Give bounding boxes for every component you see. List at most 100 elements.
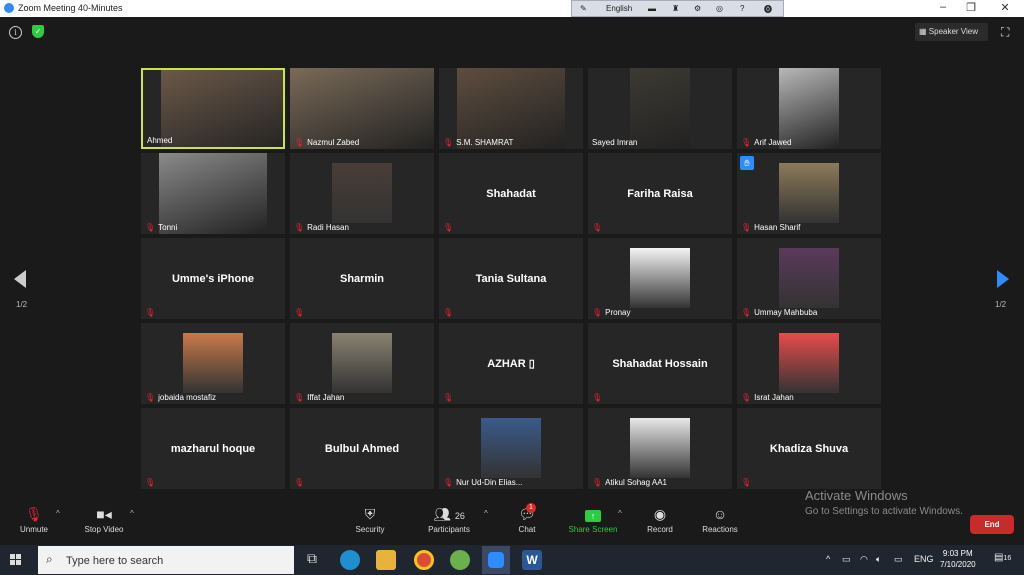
muted-mic-icon: 🎙︎: [443, 138, 454, 147]
previous-page-arrow-icon[interactable]: [14, 270, 26, 288]
muted-mic-icon: 🎙︎: [145, 393, 156, 402]
participant-tile[interactable]: 🎙︎ Radi Hasan: [290, 153, 434, 234]
maximize-icon[interactable]: ❐: [956, 1, 986, 14]
wifi-icon[interactable]: ◠: [860, 554, 868, 565]
participant-tile[interactable]: Umme's iPhone 🎙︎: [141, 238, 285, 319]
language-label[interactable]: English: [606, 4, 632, 13]
next-page-arrow-icon[interactable]: [997, 270, 1009, 288]
participant-tile[interactable]: 🎙︎ Pronay: [588, 238, 732, 319]
participant-tile[interactable]: Bulbul Ahmed 🎙︎: [290, 408, 434, 489]
fullscreen-icon[interactable]: ⛶: [1001, 25, 1009, 40]
close-icon[interactable]: ✕: [990, 1, 1020, 14]
tool-icon[interactable]: ♜: [672, 4, 679, 13]
reactions-label: Reactions: [702, 525, 738, 534]
file-explorer-icon[interactable]: [376, 550, 396, 570]
unmute-button[interactable]: 🎙︎ Unmute: [14, 495, 54, 545]
muted-mic-icon: 🎙︎: [592, 223, 603, 232]
participant-tile[interactable]: 🎙︎ Nur Ud-Din Elias...: [439, 408, 583, 489]
info-icon[interactable]: i: [9, 26, 22, 39]
pen-icon[interactable]: ✎: [580, 4, 587, 13]
participant-tile[interactable]: Shahadat Hossain 🎙︎: [588, 323, 732, 404]
participant-tile[interactable]: Shahadat 🎙︎: [439, 153, 583, 234]
video-camera-icon: ■◂: [96, 506, 112, 522]
keyboard-icon[interactable]: ▬: [648, 4, 656, 13]
participants-caret-icon[interactable]: ^: [484, 509, 488, 518]
participant-tile[interactable]: Tania Sultana 🎙︎: [439, 238, 583, 319]
options-icon[interactable]: ⓿: [764, 4, 772, 15]
muted-mic-icon: 🎙︎: [741, 308, 752, 317]
reactions-button[interactable]: ☺ Reactions: [698, 495, 742, 545]
minimize-icon[interactable]: –: [928, 1, 958, 13]
security-label: Security: [355, 525, 385, 534]
participant-name: Radi Hasan: [307, 223, 349, 232]
word-app-icon[interactable]: W: [522, 550, 542, 570]
participant-mute-status: 🎙︎: [294, 308, 307, 317]
chrome-browser-icon[interactable]: [414, 550, 434, 570]
participant-profile-picture: [779, 333, 839, 393]
participant-name-label: 🎙︎ Pronay: [592, 308, 631, 317]
reactions-smiley-icon: ☺: [712, 506, 728, 522]
participant-tile[interactable]: 🎙︎ Ummay Mahbuba: [737, 238, 881, 319]
video-options-caret-icon[interactable]: ^: [130, 509, 134, 518]
participant-name: Nur Ud-Din Elias...: [456, 478, 523, 487]
participant-tile[interactable]: 🎙︎ Arif Jawed: [737, 68, 881, 149]
zoom-app-taskbar-icon[interactable]: [482, 546, 510, 574]
security-button[interactable]: ⛨ Security: [348, 495, 392, 545]
participant-mute-status: 🎙︎: [145, 308, 158, 317]
participant-name-label: 🎙︎ Ummay Mahbuba: [741, 308, 817, 317]
participant-tile[interactable]: 🎙︎ Hasan Sharif ✋︎: [737, 153, 881, 234]
participant-tile[interactable]: 🎙︎ jobaida mostafiz: [141, 323, 285, 404]
participant-mute-status: 🎙︎: [294, 478, 307, 487]
participant-tile[interactable]: 🎙︎ S.M. SHAMRAT: [439, 68, 583, 149]
input-language[interactable]: ENG: [914, 554, 934, 564]
participant-profile-picture: [779, 163, 839, 223]
participant-tile[interactable]: AZHAR ▯ 🎙︎: [439, 323, 583, 404]
pad-icon[interactable]: ◎: [716, 4, 723, 13]
participants-button[interactable]: 👥︎ 26 Participants: [422, 495, 476, 545]
participant-tile[interactable]: 🎙︎ Israt Jahan: [737, 323, 881, 404]
speaker-view-button[interactable]: ▦ Speaker View: [915, 23, 988, 41]
help-icon[interactable]: ?: [740, 4, 744, 13]
tray-expand-icon[interactable]: ^: [826, 554, 830, 564]
participant-display-name: AZHAR ▯: [487, 358, 535, 370]
participant-tile[interactable]: Sayed Imran: [588, 68, 732, 149]
participant-tile[interactable]: Fariha Raisa 🎙︎: [588, 153, 732, 234]
taskbar-clock[interactable]: 9:03 PM 7/10/2020: [940, 548, 976, 570]
usb-icon[interactable]: ▭: [842, 554, 851, 565]
battery-icon[interactable]: ▭: [894, 554, 903, 565]
stop-video-button[interactable]: ■◂ Stop Video: [78, 495, 130, 545]
muted-mic-icon: 🎙︎: [294, 478, 305, 487]
participant-tile[interactable]: 🎙︎ Tonni: [141, 153, 285, 234]
participant-tile[interactable]: mazharul hoque 🎙︎: [141, 408, 285, 489]
participant-name: Sayed Imran: [592, 138, 638, 147]
participant-mute-status: 🎙︎: [741, 478, 754, 487]
participant-profile-picture: [630, 248, 690, 308]
participant-tile[interactable]: 🎙︎ Nazmul Zabed: [290, 68, 434, 149]
windows-start-icon[interactable]: [10, 554, 22, 566]
muted-mic-icon: 🎙︎: [741, 223, 752, 232]
taskbar-search-box[interactable]: ⌕ Type here to search: [38, 546, 294, 574]
share-options-caret-icon[interactable]: ^: [618, 509, 622, 518]
clock-date: 7/10/2020: [940, 560, 976, 569]
participant-display-name: Shahadat: [486, 187, 536, 200]
participant-tile[interactable]: Khadiza Shuva 🎙︎: [737, 408, 881, 489]
green-app-icon[interactable]: [450, 550, 470, 570]
encryption-shield-icon[interactable]: ✓: [32, 25, 44, 38]
edge-browser-icon[interactable]: [340, 550, 360, 570]
participant-tile[interactable]: 🎙︎ Atikul Sohag AA1: [588, 408, 732, 489]
participant-display-name: Khadiza Shuva: [769, 442, 849, 455]
participant-tile[interactable]: 🎙︎ Iffat Jahan: [290, 323, 434, 404]
notifications-icon[interactable]: ▤16: [994, 552, 1011, 563]
end-meeting-button[interactable]: End: [970, 515, 1014, 534]
participant-tile[interactable]: Ahmed: [141, 68, 285, 149]
task-view-icon[interactable]: ⧉: [302, 550, 322, 570]
chat-button[interactable]: 💬︎ 1 Chat: [512, 495, 542, 545]
participant-tile[interactable]: Sharmin 🎙︎: [290, 238, 434, 319]
participants-count: 26: [454, 511, 465, 521]
participant-name-label: 🎙︎ Hasan Sharif: [741, 223, 800, 232]
volume-icon[interactable]: 🔈︎: [876, 554, 881, 565]
record-button[interactable]: ◉ Record: [642, 495, 678, 545]
share-screen-button[interactable]: ↑ Share Screen: [564, 495, 622, 545]
settings-icon[interactable]: ⚙: [694, 4, 701, 13]
audio-options-caret-icon[interactable]: ^: [56, 509, 60, 518]
